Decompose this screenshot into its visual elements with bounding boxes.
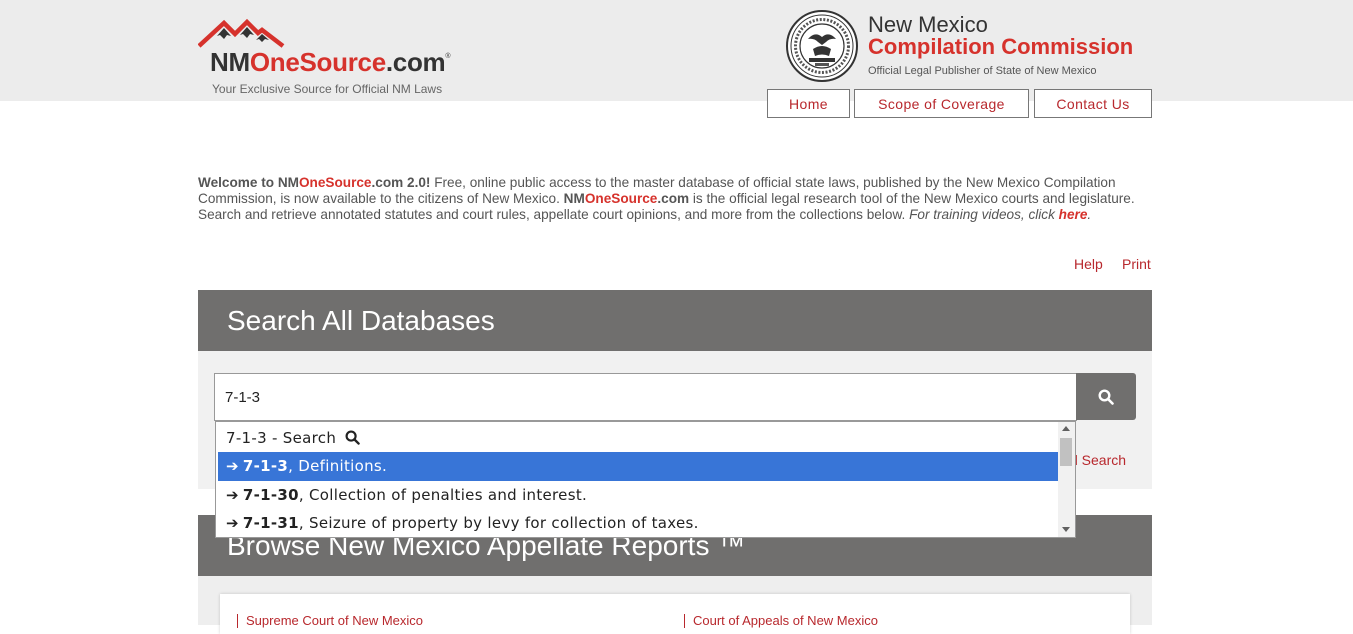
mountain-logo-icon: [198, 18, 285, 48]
suggestion-search-row[interactable]: 7-1-3 - Search: [218, 424, 1058, 453]
arrow-right-icon: ➔: [226, 514, 239, 532]
training-videos-link[interactable]: here: [1059, 207, 1088, 222]
search-icon: [345, 430, 360, 445]
advanced-search-link[interactable]: d Search: [1070, 452, 1126, 468]
welcome-lead-b: OneSource: [298, 175, 372, 190]
suggestion-title: , Collection of penalties and interest.: [298, 486, 588, 504]
arrow-right-icon: ➔: [226, 457, 239, 475]
suggestion-item[interactable]: ➔ 7-1-31, Seizure of property by levy for…: [218, 509, 1058, 537]
search-panel-title: Search All Databases: [198, 290, 1152, 351]
welcome-training-text: For training videos, click: [909, 207, 1059, 222]
scroll-thumb[interactable]: [1060, 438, 1072, 466]
welcome-text: Welcome to NMOneSource.com 2.0! Free, on…: [198, 175, 1153, 223]
logo-registered: ®: [445, 53, 451, 60]
commission-subtitle: Official Legal Publisher of State of New…: [868, 65, 1097, 77]
logo-tagline: Your Exclusive Source for Official NM La…: [212, 82, 443, 96]
search-icon: [1098, 388, 1114, 405]
search-input[interactable]: [214, 373, 1077, 421]
suggestion-section: 7-1-31: [242, 514, 299, 532]
suggestion-section: 7-1-30: [242, 486, 299, 504]
arrow-right-icon: ➔: [226, 486, 239, 504]
nav-scope-of-coverage-button[interactable]: Scope of Coverage: [854, 89, 1029, 118]
scroll-up-icon[interactable]: [1062, 426, 1070, 431]
search-button[interactable]: [1076, 373, 1136, 420]
suggestion-search-text: 7-1-3 - Search: [226, 429, 337, 447]
welcome-lead-c: .com 2.0!: [371, 175, 431, 190]
supreme-court-link[interactable]: Supreme Court of New Mexico: [237, 614, 423, 628]
welcome-brand-c: .com: [657, 191, 690, 206]
nav-home-button[interactable]: Home: [767, 89, 850, 118]
suggestion-item[interactable]: ➔ 7-1-30, Collection of penalties and int…: [218, 481, 1058, 510]
dropdown-scrollbar[interactable]: [1058, 422, 1075, 537]
suggestion-title: , Definitions.: [288, 457, 388, 475]
help-link[interactable]: Help: [1074, 256, 1103, 272]
commission-name-line2: Compilation Commission: [868, 34, 1134, 59]
welcome-brand-b: OneSource: [584, 191, 658, 206]
welcome-brand-a: NM: [563, 191, 585, 206]
welcome-lead-a: Welcome to NM: [198, 175, 299, 190]
suggestion-title: , Seizure of property by levy for collec…: [298, 514, 699, 532]
logo-wordmark: NMOneSource.com®: [210, 47, 450, 78]
site-logo[interactable]: NMOneSource.com® Your Exclusive Source f…: [198, 18, 488, 100]
suggestion-item[interactable]: ➔ 7-1-3, Definitions.: [218, 452, 1058, 481]
logo-accent: OneSource: [249, 47, 386, 77]
nav-contact-us-button[interactable]: Contact Us: [1034, 89, 1152, 118]
logo-suffix: .com: [385, 47, 446, 77]
suggestion-section: 7-1-3: [242, 457, 289, 475]
print-link[interactable]: Print: [1122, 256, 1151, 272]
scroll-down-icon[interactable]: [1062, 527, 1070, 532]
logo-prefix: NM: [210, 47, 250, 77]
court-of-appeals-link[interactable]: Court of Appeals of New Mexico: [684, 614, 878, 628]
autocomplete-dropdown: 7-1-3 - Search ➔ 7-1-3, Definitions. ➔ 7-1…: [215, 421, 1076, 538]
state-seal-icon: [786, 10, 858, 82]
welcome-end: .: [1087, 207, 1092, 222]
